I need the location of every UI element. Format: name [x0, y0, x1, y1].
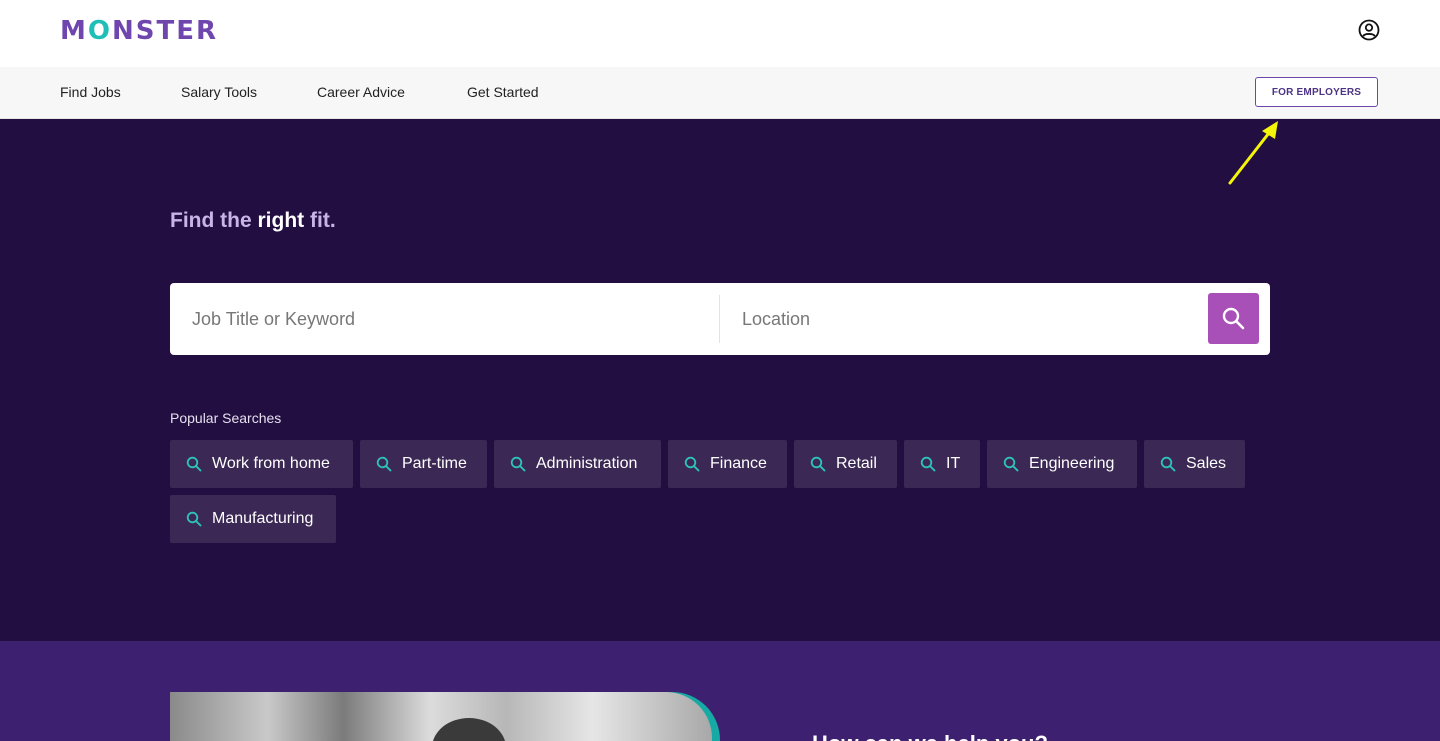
keyword-input[interactable]	[192, 283, 702, 355]
annotation-arrow-icon	[1228, 121, 1278, 185]
chip-part-time[interactable]: Part-time	[360, 440, 487, 488]
chip-label: Sales	[1186, 455, 1227, 472]
search-icon	[810, 456, 826, 472]
nav-find-jobs[interactable]: Find Jobs	[60, 67, 121, 118]
chip-finance[interactable]: Finance	[668, 440, 787, 488]
chip-manufacturing[interactable]: Manufacturing	[170, 495, 336, 543]
promo-photo	[170, 692, 712, 741]
chip-label: Work from home	[212, 455, 330, 472]
job-search-bar	[170, 283, 1270, 355]
monster-logo[interactable]: MONSTER	[60, 14, 218, 48]
chip-label: Part-time	[402, 455, 467, 472]
main-nav: Find Jobs Salary Tools Career Advice Get…	[0, 67, 1440, 119]
search-icon	[1160, 456, 1176, 472]
chip-engineering[interactable]: Engineering	[987, 440, 1137, 488]
nav-get-started[interactable]: Get Started	[467, 67, 539, 118]
search-divider	[719, 295, 720, 343]
search-icon	[920, 456, 936, 472]
popular-searches-label: Popular Searches	[170, 410, 282, 426]
chip-sales[interactable]: Sales	[1144, 440, 1245, 488]
chip-label: Engineering	[1029, 455, 1115, 472]
chip-label: Finance	[710, 455, 767, 472]
nav-career-advice[interactable]: Career Advice	[317, 67, 405, 118]
location-input[interactable]	[742, 283, 1192, 355]
search-button[interactable]	[1208, 293, 1259, 344]
chip-label: Retail	[836, 455, 877, 472]
search-icon	[1003, 456, 1019, 472]
for-employers-button[interactable]: FOR EMPLOYERS	[1255, 77, 1378, 107]
search-icon	[684, 456, 700, 472]
search-icon	[510, 456, 526, 472]
search-icon	[376, 456, 392, 472]
search-icon	[1222, 307, 1245, 330]
chip-administration[interactable]: Administration	[494, 440, 661, 488]
search-icon	[186, 511, 202, 527]
help-section: How can we help you?	[0, 641, 1440, 741]
nav-salary-tools[interactable]: Salary Tools	[181, 67, 257, 118]
hero-headline: Find the right fit.	[170, 209, 336, 232]
hero-section: Find the right fit. Popular Searches Wor…	[0, 119, 1440, 641]
chip-label: IT	[946, 455, 961, 472]
search-icon	[186, 456, 202, 472]
site-header: MONSTER	[0, 0, 1440, 67]
promo-photo-frame	[170, 692, 720, 741]
chip-it[interactable]: IT	[904, 440, 980, 488]
user-circle-icon[interactable]	[1358, 19, 1380, 41]
chip-label: Administration	[536, 455, 638, 472]
chip-retail[interactable]: Retail	[794, 440, 897, 488]
chip-label: Manufacturing	[212, 510, 314, 527]
chip-work-from-home[interactable]: Work from home	[170, 440, 353, 488]
help-section-title: How can we help you?	[812, 731, 1048, 741]
person-photo	[432, 718, 506, 741]
